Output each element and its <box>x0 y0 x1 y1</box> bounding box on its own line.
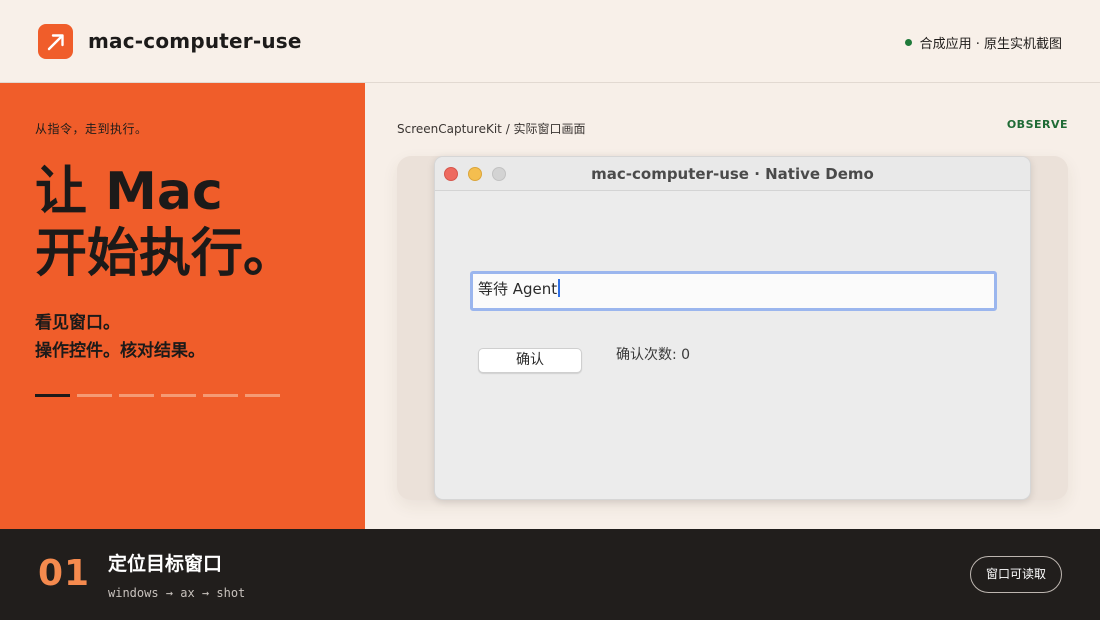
hero-subtitle: 看见窗口。 操作控件。核对结果。 <box>35 309 205 365</box>
progress-segment <box>245 394 280 397</box>
progress-segment <box>119 394 154 397</box>
status-dot-icon <box>904 39 912 46</box>
step-number: 01 <box>38 553 91 594</box>
hero-subtitle-line-1: 看见窗口。 <box>35 313 120 333</box>
step-progress <box>35 394 280 397</box>
hero-panel: 从指令，走到执行。 让 Mac 开始执行。 看见窗口。 操作控件。核对结果。 <box>0 83 365 529</box>
progress-segment <box>35 394 70 397</box>
window-titlebar[interactable]: mac-computer-use · Native Demo <box>435 157 1030 191</box>
progress-segment <box>77 394 112 397</box>
mode-label: OBSERVE <box>1006 118 1068 131</box>
status-text: 合成应用 · 原生实机截图 <box>919 37 1062 52</box>
breadcrumb: ScreenCaptureKit / 实际窗口画面 <box>397 122 586 136</box>
step-title: 定位目标窗口 <box>108 553 223 575</box>
progress-segment <box>161 394 196 397</box>
confirm-count-label: 确认次数: 0 <box>616 347 691 363</box>
window-readable-badge[interactable]: 窗口可读取 <box>970 556 1062 593</box>
hero-subtitle-line-2: 操作控件。核对结果。 <box>35 341 205 361</box>
agent-text-field[interactable]: 等待 Agent <box>470 271 997 311</box>
hero-title-line-1: 让 Mac <box>35 162 223 222</box>
hero-title-line-2: 开始执行。 <box>35 224 296 284</box>
step-footer: 01 定位目标窗口 windows → ax → shot 窗口可读取 <box>0 529 1100 620</box>
window-title: mac-computer-use · Native Demo <box>591 165 874 183</box>
hero-title: 让 Mac 开始执行。 <box>35 161 295 285</box>
confirm-button[interactable]: 确认 <box>478 348 582 373</box>
native-demo-window[interactable]: mac-computer-use · Native Demo 等待 Agent … <box>434 156 1031 500</box>
step-flow: windows → ax → shot <box>108 586 246 600</box>
text-field-value: 等待 Agent <box>478 280 558 298</box>
text-caret <box>558 279 560 297</box>
top-bar: mac-computer-use 合成应用 · 原生实机截图 <box>0 0 1100 83</box>
progress-segment <box>203 394 238 397</box>
arrow-up-right-icon <box>38 24 73 59</box>
status-indicator: 合成应用 · 原生实机截图 <box>904 33 1062 52</box>
app-name: mac-computer-use <box>88 29 302 53</box>
hero-eyebrow: 从指令，走到执行。 <box>35 122 148 136</box>
